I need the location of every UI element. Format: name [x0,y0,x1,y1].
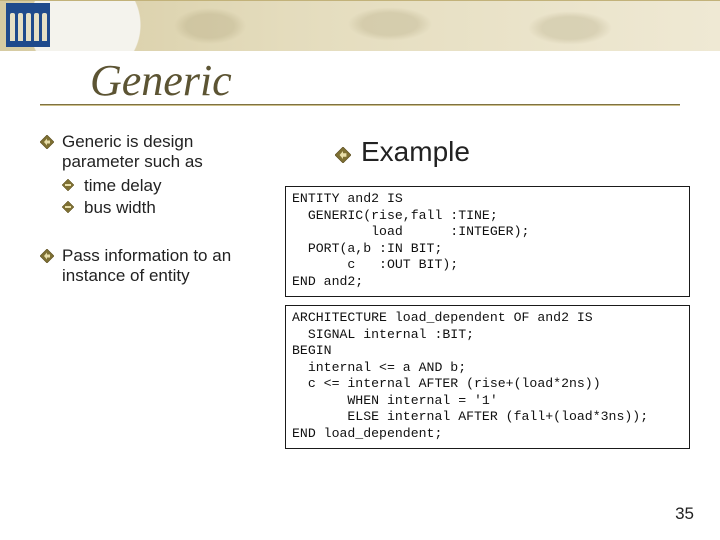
diamond-arrow-icon [40,249,54,263]
bullet-item: Pass information to an instance of entit… [40,246,265,286]
small-diamond-icon [62,179,76,193]
left-column: Generic is design parameter such as time… [40,132,265,290]
bullet-text: Pass information to an instance of entit… [62,246,265,286]
sub-bullet-item: bus width [62,198,265,218]
code-block-architecture: ARCHITECTURE load_dependent OF and2 IS S… [285,305,690,449]
sub-bullet-text: time delay [84,176,161,196]
code-block-entity: ENTITY and2 IS GENERIC(rise,fall :TINE; … [285,186,690,297]
slide-title: Generic [90,55,232,106]
world-map-decoration [140,6,710,46]
sub-bullet-text: bus width [84,198,156,218]
diamond-arrow-icon [40,135,54,149]
bullet-text: Generic is design parameter such as [62,132,265,172]
bullet-item: Generic is design parameter such as [40,132,265,172]
example-label: Example [361,136,470,168]
right-column: Example ENTITY and2 IS GENERIC(rise,fall… [285,132,690,457]
small-diamond-icon [62,201,76,215]
institution-logo [6,3,50,47]
diamond-arrow-icon [335,147,351,163]
example-heading: Example [285,136,690,168]
sub-bullet-item: time delay [62,176,265,196]
title-underline [40,104,680,106]
header-banner [0,0,720,51]
slide-number: 35 [675,504,694,524]
